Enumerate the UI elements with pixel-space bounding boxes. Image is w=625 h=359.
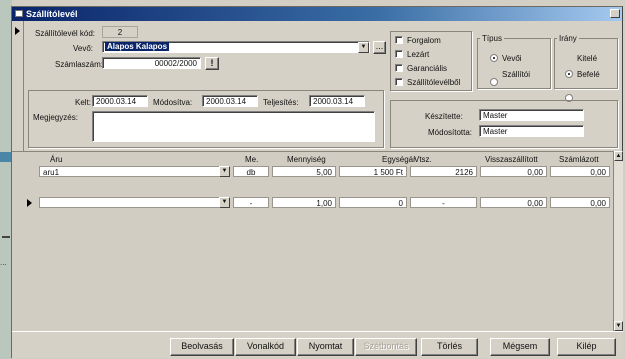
row2-vtsz-cell[interactable]: -: [410, 197, 477, 208]
row2-visszaszallitott-cell[interactable]: 0,00: [480, 197, 547, 208]
current-record-arrow-icon: [15, 27, 20, 35]
garancialis-label: Garanciális: [407, 64, 448, 73]
row2-mennyiseg-cell[interactable]: 1,00: [272, 197, 336, 208]
irany-kifele-radio[interactable]: [565, 70, 573, 78]
irany-group: [554, 38, 618, 89]
record-selector[interactable]: [12, 21, 24, 151]
row1-aru-cell[interactable]: aru1: [39, 166, 230, 177]
nyomtat-button[interactable]: Nyomtat: [297, 338, 354, 356]
irany-title: Irány: [557, 34, 579, 43]
col-header-me[interactable]: Me.: [245, 155, 258, 164]
button-bar: Beolvasás Vonalkód Nyomtat Szétbontás Tö…: [12, 331, 623, 358]
background-mark: [2, 236, 10, 238]
kod-field: 2: [102, 26, 138, 38]
forgalom-label: Forgalom: [407, 36, 441, 45]
megjegyzes-label: Megjegyzés:: [33, 113, 78, 122]
lezart-checkbox[interactable]: [395, 50, 403, 58]
szamlaszam-button[interactable]: !: [205, 57, 219, 70]
keszitette-label: Készítette:: [425, 112, 463, 121]
vevo-label: Vevő:: [73, 44, 94, 53]
modositva-field[interactable]: 2000.03.14: [202, 95, 258, 107]
col-header-egysegar[interactable]: Egységár: [382, 155, 416, 164]
row1-visszaszallitott-cell[interactable]: 0,00: [480, 166, 547, 177]
tipus-szallitoi-radio[interactable]: [490, 78, 498, 86]
row2-szamlazott-cell[interactable]: 0,00: [550, 197, 610, 208]
row2-egysegar-cell[interactable]: 0: [339, 197, 407, 208]
modositotta-field: Master: [479, 125, 584, 137]
scroll-down-icon[interactable]: ▼: [614, 321, 623, 331]
szamlaszam-label: Számlaszám:: [55, 60, 104, 69]
row2-me-cell[interactable]: -: [233, 197, 269, 208]
row1-szamlazott-cell[interactable]: 0,00: [550, 166, 610, 177]
grid-scrollbar[interactable]: ▲ ▼: [613, 151, 623, 331]
background-dots: ...: [0, 258, 7, 267]
row1-egysegar-cell[interactable]: 1 500 Ft: [339, 166, 407, 177]
tipus-vevoi-radio[interactable]: [490, 54, 498, 62]
vonalkod-button[interactable]: Vonalkód: [235, 338, 296, 356]
irany-befele-label: Befelé: [577, 70, 600, 79]
szallitolevelbol-checkbox[interactable]: [395, 78, 403, 86]
megjegyzes-field[interactable]: [92, 111, 375, 142]
form-icon: [15, 10, 23, 17]
szallitolevel-window: Szállítólevél Szállítólevél kód: 2 Vevő:…: [11, 6, 623, 358]
tipus-title: Típus: [480, 34, 505, 43]
torles-button[interactable]: Törlés: [421, 338, 478, 356]
kelt-label: Kelt:: [75, 98, 92, 107]
irany-kifele-label: Kitelé: [577, 54, 598, 63]
vevo-select[interactable]: Alapos Kalapos: [102, 41, 370, 53]
col-header-vtsz[interactable]: Vtsz.: [414, 155, 432, 164]
row1-aru-dropdown[interactable]: ▼: [219, 166, 230, 177]
row1-mennyiseg-cell[interactable]: 5,00: [272, 166, 336, 177]
title-bar[interactable]: Szállítólevél: [12, 7, 622, 21]
vevo-more-button[interactable]: ...: [373, 41, 386, 54]
keszitette-field: Master: [479, 109, 584, 121]
meta-group: [390, 100, 618, 148]
modositva-label: Módosítva:: [153, 98, 193, 107]
megsem-button[interactable]: Mégsem: [490, 338, 550, 356]
modositotta-label: Módosította:: [428, 128, 473, 137]
teljesites-field[interactable]: 2000.03.14: [309, 95, 365, 107]
window-title: Szállítólevél: [26, 9, 78, 19]
kilep-button[interactable]: Kilép: [557, 338, 616, 356]
row1-vtsz-cell[interactable]: 2126: [410, 166, 477, 177]
kelt-field[interactable]: 2000.03.14: [92, 95, 148, 107]
tipus-szallitoi-label: Szállítói: [502, 70, 531, 79]
row2-aru-cell[interactable]: [39, 197, 230, 208]
vevo-dropdown-button[interactable]: ▼: [358, 42, 369, 53]
row2-arrow-icon: [27, 199, 32, 207]
tetelek-grid: [12, 151, 613, 331]
kod-label: Szállítólevél kód:: [35, 29, 96, 38]
close-icon[interactable]: [610, 9, 620, 18]
tipus-group: [477, 38, 551, 89]
vevo-value: Alapos Kalapos: [105, 42, 170, 51]
col-header-aru[interactable]: Áru: [50, 155, 62, 164]
szetbontas-button[interactable]: Szétbontás: [355, 338, 417, 356]
teljesites-label: Teljesítés:: [263, 98, 299, 107]
garancialis-checkbox[interactable]: [395, 64, 403, 72]
col-header-visszaszallitott[interactable]: Visszaszállított: [485, 155, 538, 164]
szallitolevelbol-label: Szállítólevélből: [407, 78, 461, 87]
row2-selector[interactable]: [24, 197, 36, 210]
szamlaszam-field[interactable]: 00002/2000: [102, 57, 201, 69]
row2-aru-dropdown[interactable]: ▼: [219, 197, 230, 208]
lezart-label: Lezárt: [407, 50, 430, 59]
row1-me-cell[interactable]: db: [233, 166, 269, 177]
col-header-mennyiseg[interactable]: Mennyiség: [287, 155, 326, 164]
col-header-szamlazott[interactable]: Számlázott: [559, 155, 599, 164]
tipus-vevoi-label: Vevői: [502, 54, 522, 63]
beolvasas-button[interactable]: Beolvasás: [170, 338, 234, 356]
forgalom-checkbox[interactable]: [395, 36, 403, 44]
scroll-up-icon[interactable]: ▲: [614, 151, 623, 161]
